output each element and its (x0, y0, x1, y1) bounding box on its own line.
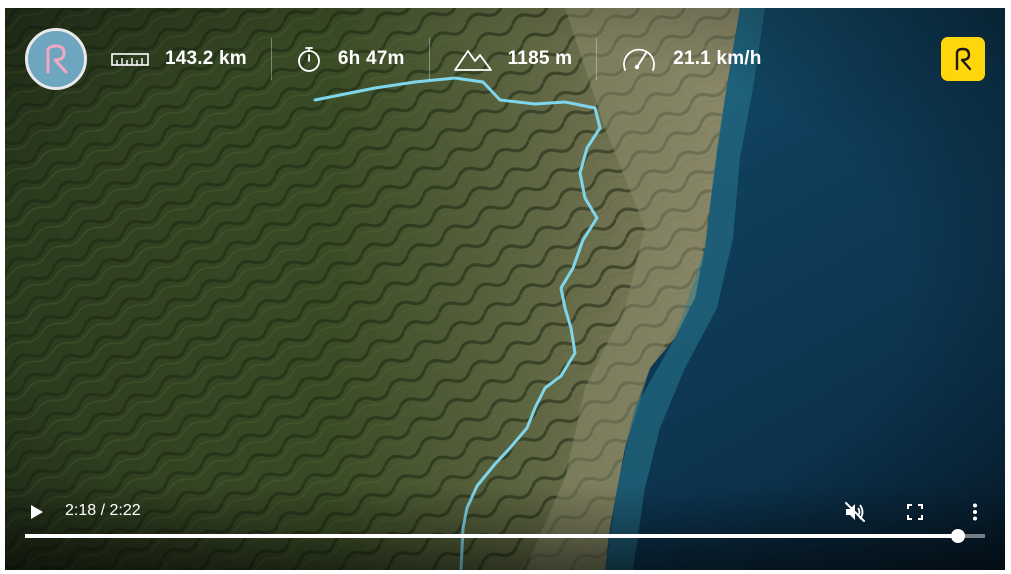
more-options-button[interactable] (963, 500, 987, 524)
time-display: 2:18 / 2:22 (65, 502, 141, 520)
total-duration: 2:22 (109, 502, 141, 519)
progress-fill (25, 534, 959, 538)
volume-muted-icon (845, 502, 865, 522)
relive-logo-icon (955, 47, 972, 71)
fullscreen-icon (907, 504, 923, 520)
ruler-icon (111, 53, 149, 66)
user-avatar[interactable] (25, 28, 87, 90)
play-icon (31, 505, 43, 519)
video-player[interactable]: 143.2 km 6h 47m 1185 m 21.1 km/h 2:18 / … (5, 8, 1005, 570)
progress-handle[interactable] (951, 529, 966, 543)
elevation-stat: 1185 m (428, 38, 597, 80)
elevation-value: 1185 m (507, 48, 573, 69)
video-controls: 2:18 / 2:22 (5, 484, 1005, 570)
relive-brand-button[interactable] (941, 37, 985, 81)
time-separator: / (96, 502, 110, 519)
speed-value: 21.1 km/h (673, 48, 762, 69)
stopwatch-icon (297, 47, 320, 72)
progress-bar[interactable] (25, 529, 985, 543)
activity-stats-bar: 143.2 km 6h 47m 1185 m 21.1 km/h (25, 28, 985, 90)
distance-value: 143.2 km (165, 48, 247, 69)
mountain-icon (453, 50, 492, 71)
mute-button[interactable] (843, 500, 867, 524)
speedometer-icon (623, 48, 656, 71)
duration-value: 6h 47m (337, 48, 405, 69)
duration-stat: 6h 47m (270, 38, 429, 80)
speed-stat: 21.1 km/h (596, 38, 785, 80)
fullscreen-button[interactable] (903, 500, 927, 524)
distance-stat: 143.2 km (87, 38, 271, 80)
play-button[interactable] (25, 500, 49, 524)
more-vertical-icon (973, 503, 977, 521)
relive-logo-icon (46, 44, 68, 74)
current-time: 2:18 (65, 502, 97, 519)
